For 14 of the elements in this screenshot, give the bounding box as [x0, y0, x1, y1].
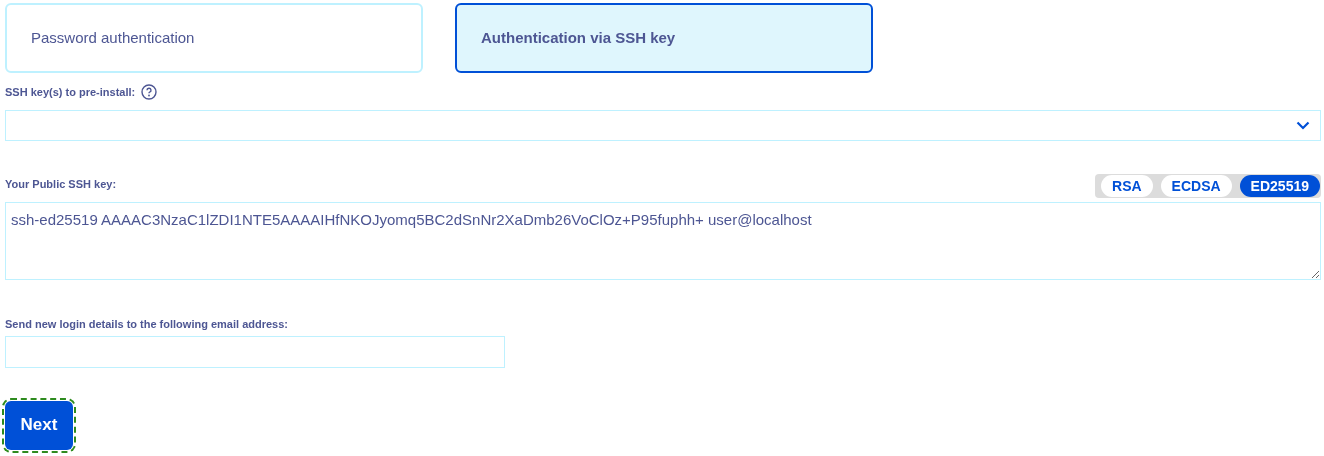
email-field[interactable] [5, 335, 505, 368]
field-label: Send new login details to the following email address: [5, 317, 289, 332]
key-type-option[interactable]: RSA [1101, 175, 1153, 197]
ssh-key-field[interactable]: ssh-ed25519 AAAAC3NzaC1lZDI1NTE5AAAAIHfNKOJyomq5BC2dSnNr2XaDmb26VoClOz+P95fuphh+ user@localhost [5, 202, 1321, 280]
field-label: Your Public SSH key: [5, 176, 117, 192]
field-label: SSH key(s) to pre-install: [5, 84, 136, 100]
next-button[interactable]: Next [5, 400, 73, 450]
chevron-down-icon [1296, 121, 1310, 130]
help-icon[interactable] [141, 84, 158, 100]
key-type-option[interactable]: ECDSA [1160, 175, 1232, 197]
key-type-option[interactable]: ED25519 [1239, 175, 1320, 197]
auth-tab[interactable]: Password authentication [5, 3, 423, 73]
select-field[interactable] [5, 110, 1321, 141]
auth-tab[interactable]: Authentication via SSH key [455, 3, 873, 73]
